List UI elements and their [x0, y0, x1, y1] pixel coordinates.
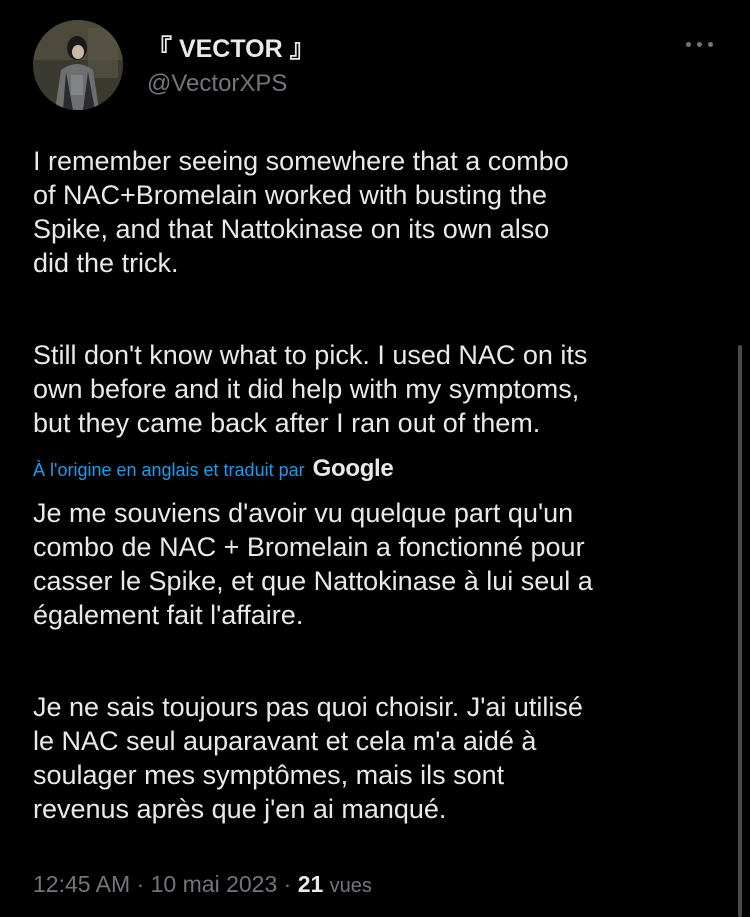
- more-dot: [686, 42, 691, 47]
- user-handle[interactable]: @VectorXPS: [147, 70, 287, 98]
- tweet-time[interactable]: 12:45 AM: [33, 871, 130, 897]
- tweet-metadata: 12:45 AM · 10 mai 2023 · 21 vues: [33, 871, 372, 898]
- tweet-text-paragraph: I remember seeing somewhere that a combo…: [33, 146, 569, 278]
- tweet-date[interactable]: 10 mai 2023: [151, 871, 278, 897]
- views-count[interactable]: 21: [298, 871, 324, 897]
- avatar-image: [33, 20, 123, 110]
- display-name[interactable]: 『 VECTOR 』: [147, 29, 315, 65]
- tweet-text-paragraph: Still don't know what to pick. I used NA…: [33, 340, 588, 438]
- meta-separator: ·: [136, 871, 145, 897]
- more-dot: [708, 42, 713, 47]
- translation-note-link[interactable]: À l'origine en anglais et traduit par: [33, 460, 305, 481]
- avatar[interactable]: [33, 20, 123, 110]
- more-horizontal-icon[interactable]: [680, 32, 720, 56]
- google-logo: Google: [312, 455, 394, 482]
- views-label: vues: [329, 875, 372, 897]
- scrollbar[interactable]: [738, 345, 742, 917]
- tweet: 『 VECTOR 』 @VectorXPS I remember seeing …: [0, 0, 750, 917]
- translation-attribution: À l'origine en anglais et traduit par Go…: [33, 455, 394, 485]
- translated-text-paragraph: Je me souviens d'avoir vu quelque part q…: [33, 498, 593, 630]
- meta-separator: ·: [283, 871, 292, 897]
- more-dot: [697, 42, 702, 47]
- translated-text-paragraph: Je ne sais toujours pas quoi choisir. J'…: [33, 692, 583, 824]
